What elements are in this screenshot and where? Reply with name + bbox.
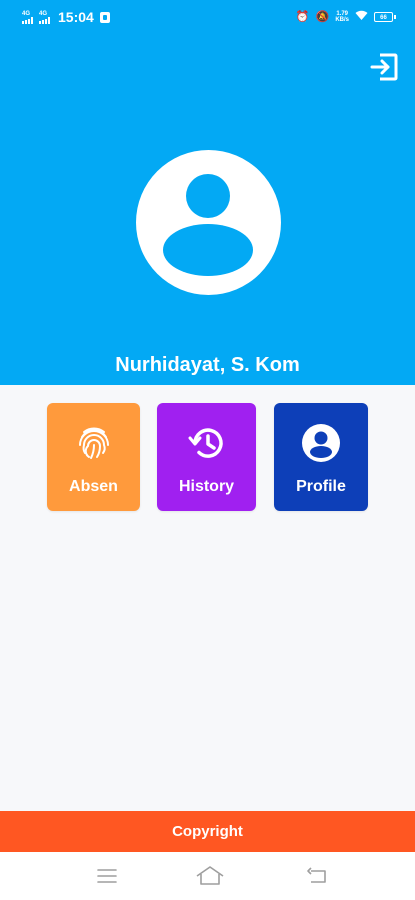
menu-icon xyxy=(97,869,117,883)
system-nav-bar xyxy=(0,852,415,900)
profile-header: Nurhidayat, S. Kom xyxy=(0,34,415,385)
status-left: 4G 4G 15:04 xyxy=(22,9,110,25)
fingerprint-icon xyxy=(78,427,109,459)
logout-button[interactable] xyxy=(369,52,399,82)
recent-apps-button[interactable] xyxy=(94,864,120,888)
user-avatar-icon xyxy=(136,150,281,295)
signal-bars-icon xyxy=(22,16,33,24)
copyright-footer: Copyright xyxy=(0,811,415,852)
copyright-label: Copyright xyxy=(172,823,243,840)
absen-label: Absen xyxy=(69,478,118,495)
status-bar: 4G 4G 15:04 ⏰ 🔕 1.79 KB/s 66 xyxy=(0,0,415,34)
logout-icon xyxy=(370,53,398,81)
back-icon xyxy=(307,867,326,883)
user-name: Nurhidayat, S. Kom xyxy=(115,354,300,376)
battery-icon: 66 xyxy=(374,12,396,22)
network-speed: 1.79 KB/s xyxy=(335,11,349,23)
mute-icon: 🔕 xyxy=(315,10,330,23)
home-icon xyxy=(196,866,224,885)
avatar-shoulders xyxy=(163,224,253,276)
signal-2: 4G xyxy=(39,11,50,24)
profile-button[interactable]: Profile xyxy=(274,403,368,511)
status-right: ⏰ 🔕 1.79 KB/s 66 xyxy=(295,10,396,24)
signal-1: 4G xyxy=(22,11,33,24)
battery-level: 66 xyxy=(380,15,387,21)
history-label: History xyxy=(178,478,235,495)
history-button[interactable]: History xyxy=(157,403,256,511)
main-menu: Absen History Profile xyxy=(47,403,368,511)
alarm-icon: ⏰ xyxy=(295,10,310,23)
avatar-head xyxy=(186,174,230,218)
history-icon xyxy=(188,428,223,458)
notification-icon xyxy=(99,11,110,23)
account-circle-icon xyxy=(302,424,340,462)
signal-bars-icon xyxy=(39,16,50,24)
home-button[interactable] xyxy=(195,864,224,888)
profile-label: Profile xyxy=(296,478,346,495)
absen-button[interactable]: Absen xyxy=(47,403,140,511)
app-screen: 4G 4G 15:04 ⏰ 🔕 1.79 KB/s 66 Nurhidayat,… xyxy=(0,0,415,900)
back-button[interactable] xyxy=(305,864,331,888)
status-time: 15:04 xyxy=(58,9,94,25)
speed-unit: KB/s xyxy=(335,17,349,23)
wifi-icon xyxy=(355,10,368,24)
